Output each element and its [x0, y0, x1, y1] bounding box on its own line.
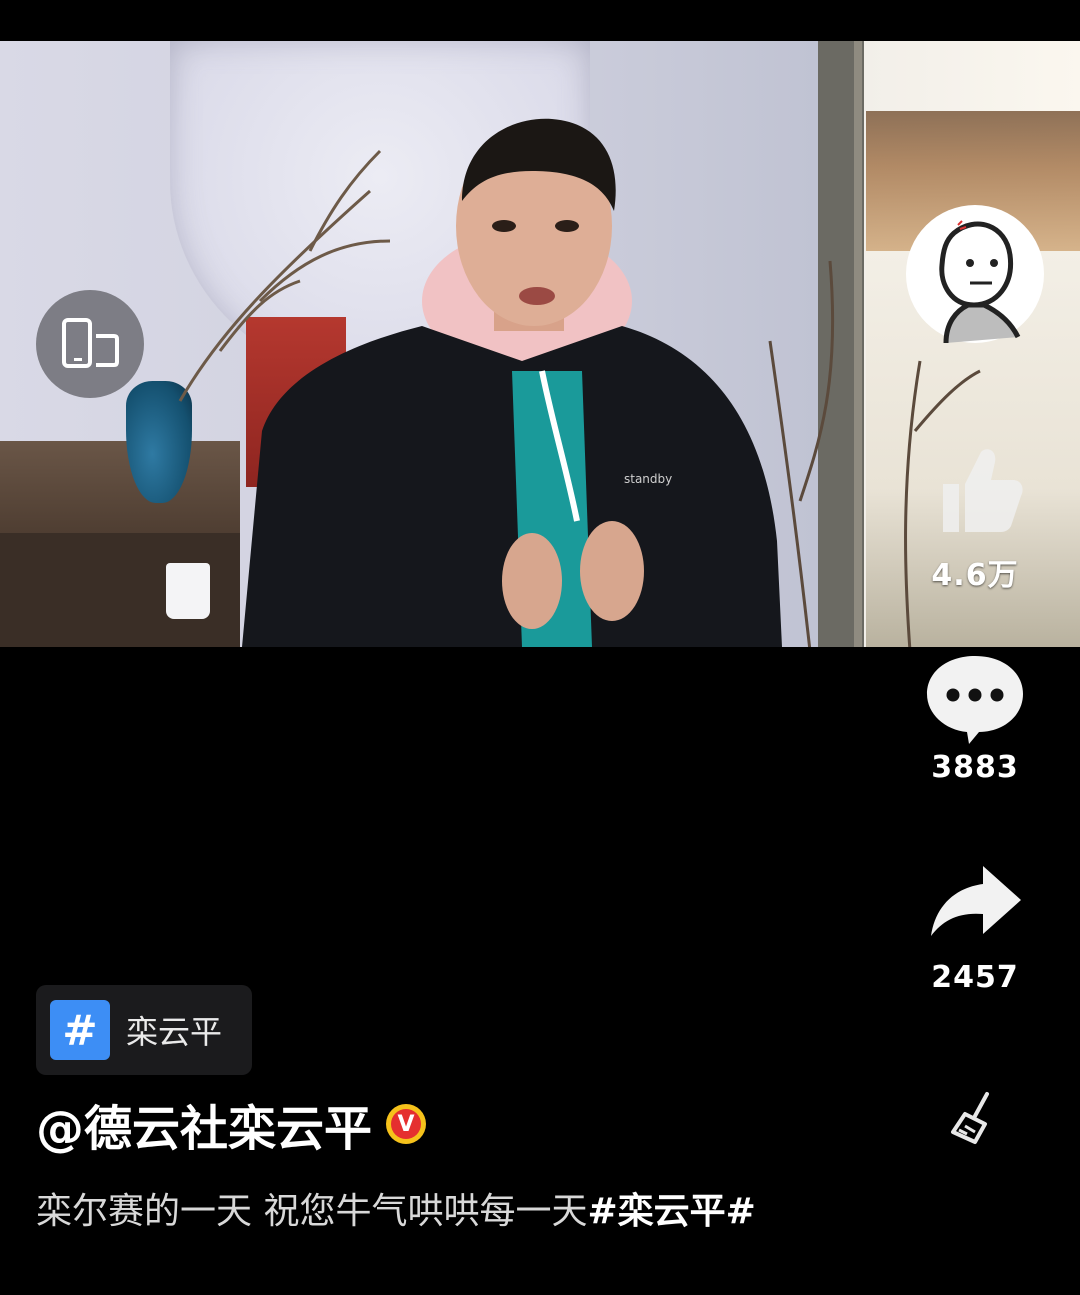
author-handle[interactable]: @德云社栾云平 — [36, 1089, 372, 1159]
hashtag-icon: # — [50, 1000, 110, 1060]
author-avatar[interactable] — [906, 205, 1044, 344]
video-player[interactable]: standby — [0, 41, 1080, 647]
share-action[interactable]: 2457 — [920, 862, 1030, 995]
rotate-screen-icon — [62, 318, 119, 368]
topic-label: 栾云平 — [126, 1013, 223, 1051]
share-count: 2457 — [931, 960, 1019, 995]
wooden-shelf — [0, 441, 240, 533]
avatar-sketch — [939, 220, 1021, 344]
topic-tag[interactable]: # 栾云平 — [36, 985, 252, 1075]
caption-text: 栾尔赛的一天 祝您牛气哄哄每一天 — [36, 1191, 588, 1232]
comment-action[interactable]: 3883 — [920, 652, 1030, 785]
video-caption: 栾尔赛的一天 祝您牛气哄哄每一天#栾云平# — [36, 1186, 796, 1238]
white-cup — [166, 563, 210, 619]
video-feed-screen: standby 4.6万 3883 2457 # 栾云平 @德云社栾云平 V 栾… — [0, 0, 1080, 1295]
comment-bubble-icon[interactable] — [925, 652, 1025, 746]
comment-count: 3883 — [931, 750, 1019, 785]
rotate-screen-button[interactable] — [36, 290, 144, 398]
video-presenter: standby — [242, 118, 782, 647]
like-action[interactable]: 4.6万 — [920, 440, 1030, 594]
thumbs-up-icon[interactable] — [925, 440, 1025, 540]
verified-badge-icon: V — [386, 1104, 427, 1144]
clear-screen-action[interactable] — [920, 1090, 1030, 1154]
author-name-row[interactable]: @德云社栾云平 V — [36, 1094, 427, 1157]
caption-hashtag[interactable]: #栾云平# — [587, 1191, 755, 1232]
share-arrow-icon[interactable] — [925, 862, 1025, 944]
like-count: 4.6万 — [931, 558, 1019, 593]
verified-mark: V — [391, 1109, 422, 1139]
svg-text:standby: standby — [624, 472, 672, 486]
broom-clear-icon[interactable] — [945, 1090, 1005, 1150]
